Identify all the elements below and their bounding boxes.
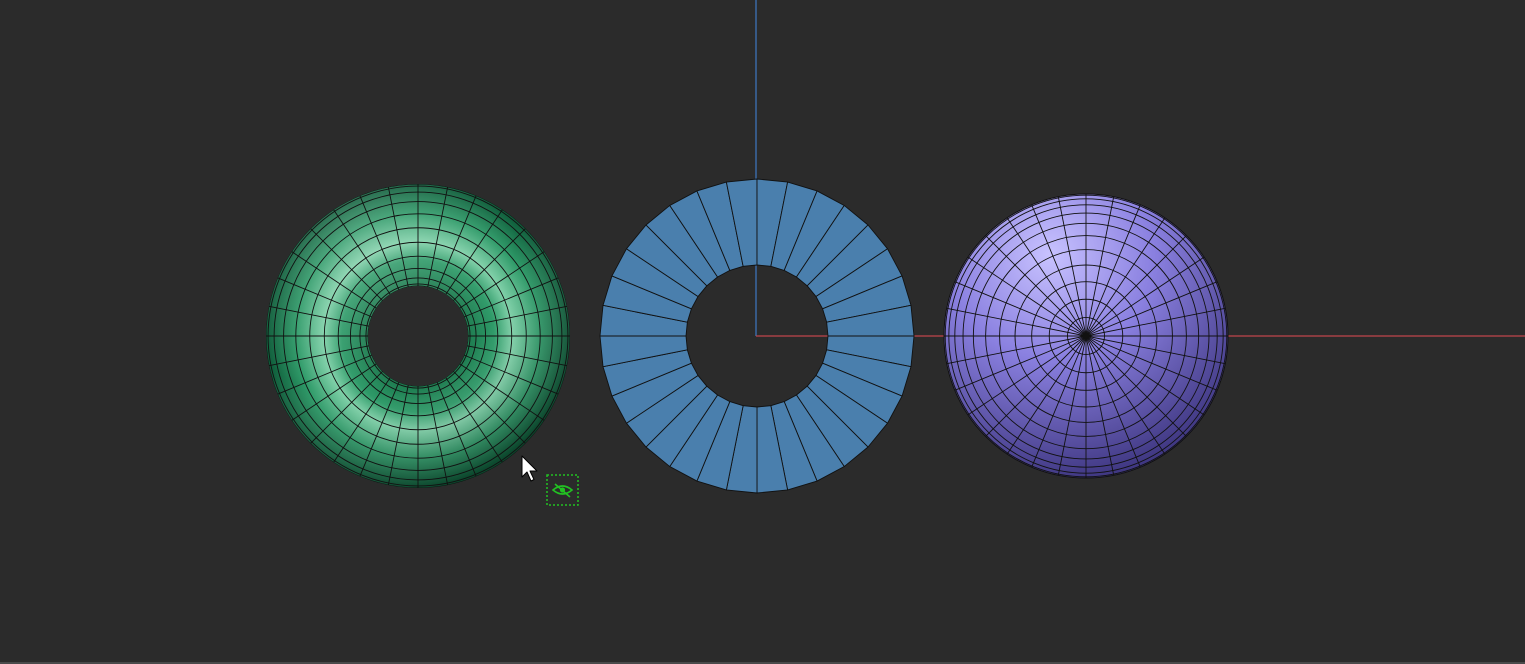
sphere-wireframe — [944, 194, 1228, 478]
arrow-cursor-icon — [521, 455, 538, 482]
torus-wire-ring — [367, 285, 469, 387]
torus-object[interactable] — [265, 183, 571, 489]
3d-viewport[interactable] — [0, 0, 1525, 664]
eye-slash-icon — [551, 483, 574, 498]
torus-wireframe — [265, 183, 571, 489]
hide-indicator[interactable] — [546, 474, 579, 506]
sphere-pole — [1082, 332, 1090, 340]
uv-sphere-object[interactable] — [943, 193, 1229, 479]
